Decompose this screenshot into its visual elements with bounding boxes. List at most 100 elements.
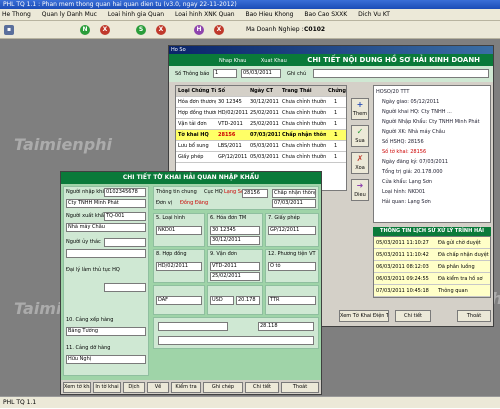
- nk-name-input[interactable]: Cty TNHH Minh Phát: [66, 199, 146, 208]
- trang-thai-input[interactable]: Chấp nhận thông: [272, 189, 316, 198]
- tygia-input[interactable]: 20.178: [236, 296, 260, 305]
- history-time: 06/03/2011 08:12:03: [376, 264, 429, 270]
- history-time: 06/03/2011 09:24:55: [376, 276, 429, 282]
- print-tokhai-button[interactable]: In tờ khai: [93, 382, 121, 393]
- add-button[interactable]: N: [80, 24, 90, 36]
- tree-item[interactable]: Hải quan: Lạng Sơn: [376, 197, 488, 207]
- daily-input[interactable]: [104, 283, 146, 292]
- history-row[interactable]: 05/03/2011 11:10:42 Đã chấp nhận duyệt: [374, 250, 490, 261]
- check-button[interactable]: Kiểm tra: [171, 382, 201, 393]
- tab-nhap-khau[interactable]: Nhap Khau: [219, 58, 246, 64]
- delete-icon: X: [100, 24, 110, 35]
- tree-item[interactable]: Người XK: Nhà máy Châu: [376, 127, 488, 137]
- so-tk-input[interactable]: 28156: [242, 189, 268, 198]
- back-button[interactable]: Về: [147, 382, 169, 393]
- detail-button[interactable]: Chi tiết: [395, 310, 431, 322]
- table-row[interactable]: Hợp đồng thương mạiHD/02/201125/02/2011C…: [176, 108, 346, 119]
- menu-item[interactable]: Quan ly Danh Muc: [42, 11, 97, 18]
- view-etk-button[interactable]: Xem Tờ Khai Điện Tử: [339, 310, 389, 322]
- hoadon-input[interactable]: 30 12345: [210, 226, 260, 235]
- help-button[interactable]: H: [194, 24, 204, 36]
- tree-item[interactable]: Ngày đăng ký: 07/03/2011: [376, 157, 488, 167]
- tree-item[interactable]: Số tờ khai: 28156: [376, 147, 488, 157]
- delete-doc-button[interactable]: ✗ Xoa: [351, 152, 369, 174]
- sync-button[interactable]: S: [136, 24, 146, 36]
- history-row[interactable]: 07/03/2011 10:45:18 Thông quan: [374, 286, 490, 297]
- ghichu-input[interactable]: [313, 69, 489, 78]
- tree-items: HOSO/20 TTT Ngày giao: 05/12/2011 Người …: [374, 86, 490, 208]
- menu-item[interactable]: Bao Cao SXXK: [304, 11, 347, 18]
- note-button[interactable]: Ghi chép: [203, 382, 243, 393]
- tab-xuat-khau[interactable]: Xuat Khau: [261, 58, 287, 64]
- history-status: Đã phân luồng: [438, 264, 475, 270]
- cang-do-input[interactable]: Hữu Nghị: [66, 355, 146, 364]
- close-button[interactable]: X: [214, 24, 224, 36]
- uythac-name-input[interactable]: [66, 249, 146, 258]
- uythac-input[interactable]: [104, 238, 146, 247]
- tab-label[interactable]: Thông tin chung: [156, 189, 197, 195]
- tree-item[interactable]: Ngày giao: 05/12/2011: [376, 97, 488, 107]
- edit-doc-button[interactable]: ✓ Sua: [351, 125, 369, 147]
- ngay-tk-input[interactable]: 07/03/2011: [272, 199, 316, 208]
- tokhai-footer: Xem tờ khai In tờ khai Dịch Về Kiểm tra …: [61, 380, 321, 394]
- xk-name-input[interactable]: Nhà máy Châu: [66, 223, 146, 232]
- pttt-input[interactable]: TTR: [268, 296, 316, 305]
- status-text: PHL TQ 1.1: [3, 399, 37, 406]
- cell: LBS/2011: [218, 143, 242, 149]
- tree-item[interactable]: HOSO/20 TTT: [376, 87, 488, 97]
- menu-item[interactable]: Loai hinh XNK Quan: [175, 11, 235, 18]
- menu-item[interactable]: Dich Vu KT: [358, 11, 390, 18]
- cang-xep-input[interactable]: Bằng Tường: [66, 327, 146, 336]
- tokhai-left-panel: Người nhập khẩu 0102345678 Cty TNHH Minh…: [63, 186, 149, 376]
- hoadon-cell: 6. Hóa đơn TM 30 12345 30/12/2011: [207, 213, 263, 247]
- tree-item[interactable]: Người Nhập Khẩu: Cty TNHH Minh Phát: [376, 117, 488, 127]
- tree-item[interactable]: Cửa khẩu: Lạng Sơn: [376, 177, 488, 187]
- xk-code-input[interactable]: TQ-001: [104, 212, 146, 221]
- exit-tk-button[interactable]: Thoát: [281, 382, 319, 393]
- tongtg-input[interactable]: 28.118: [258, 322, 314, 331]
- app-title-bar: PHL TQ 1.1 : Phan mem thong quan hai qua…: [0, 0, 500, 9]
- tree-item[interactable]: Người khai HQ: Cty TNHH ...: [376, 107, 488, 117]
- ptvt-input[interactable]: Ô tô: [268, 262, 316, 271]
- delete-button[interactable]: X: [100, 24, 110, 36]
- ngay-hoadon-input[interactable]: 30/12/2011: [210, 236, 260, 245]
- translate-button[interactable]: Dịch: [123, 382, 145, 393]
- hopdong-input[interactable]: HD/02/2011: [156, 262, 202, 271]
- nk-code-input[interactable]: 0102345678: [104, 188, 146, 197]
- vandon-input[interactable]: VTD-2011: [210, 262, 260, 271]
- table-row-selected[interactable]: Tờ khai HQ 28156 07/03/2011 Chấp nhận thông…: [176, 130, 346, 141]
- loaihinh-input[interactable]: NKD01: [156, 226, 202, 235]
- dkgh-input[interactable]: DAF: [156, 296, 202, 305]
- cancel-button[interactable]: X: [156, 24, 166, 36]
- ngay-vandon-input[interactable]: 25/02/2011: [210, 272, 260, 281]
- save-icon[interactable]: ▪: [4, 24, 14, 36]
- cell: Vận tải đơn: [178, 121, 207, 127]
- giayphep-input[interactable]: GP/12/2011: [268, 226, 316, 235]
- menu-item[interactable]: Bao Hieu Khong: [246, 11, 294, 18]
- field-label: 11. Cảng dỡ hàng: [66, 345, 111, 351]
- nguyente-input[interactable]: USD: [210, 296, 234, 305]
- exit-button[interactable]: Thoát: [457, 310, 491, 322]
- table-row[interactable]: Hóa đơn thương mại30 12345 30/12/2011Chưa…: [176, 97, 346, 108]
- ngay-input[interactable]: 05/03/2011: [241, 69, 281, 78]
- table-row[interactable]: Lưu bổ sung LBS/2011 05/03/2011 Chưa chỉnh …: [176, 141, 346, 152]
- tree-item[interactable]: Số HSHQ: 28156: [376, 137, 488, 147]
- menu-item[interactable]: Loai hinh gia Quan: [108, 11, 164, 18]
- send-doc-button[interactable]: ➜ Dieu: [351, 179, 369, 201]
- table-row[interactable]: Giấy phép GP/12/2011 05/03/2011 Chưa chỉnh …: [176, 152, 346, 163]
- add-doc-button[interactable]: + Them: [351, 98, 369, 120]
- menu-item[interactable]: He Thong: [2, 11, 31, 18]
- grid-header: Loại Chứng Từ Số Ngày CT Trang Thái Chứn…: [176, 86, 346, 97]
- detail-tk-button[interactable]: Chi tiết: [245, 382, 279, 393]
- cross-icon: ✗: [356, 154, 364, 163]
- so-input[interactable]: 1: [213, 69, 237, 78]
- note-input[interactable]: [158, 336, 314, 345]
- tree-item[interactable]: Tổng trị giá: 20.178.000: [376, 167, 488, 177]
- tree-item[interactable]: Loại hình: NKD01: [376, 187, 488, 197]
- table-row[interactable]: Vận tải đơn VTD-2011 25/02/2011 Chưa chỉnh …: [176, 119, 346, 130]
- history-row[interactable]: 06/03/2011 08:12:03 Đã phân luồng: [374, 262, 490, 273]
- history-row[interactable]: 06/03/2011 09:24:55 Đã kiểm tra hồ sơ: [374, 274, 490, 285]
- view-tokhai-button[interactable]: Xem tờ khai: [63, 382, 91, 393]
- ghi-chu-input[interactable]: [158, 322, 228, 331]
- history-row[interactable]: 05/03/2011 11:10:27 Đã gửi chờ duyệt: [374, 238, 490, 249]
